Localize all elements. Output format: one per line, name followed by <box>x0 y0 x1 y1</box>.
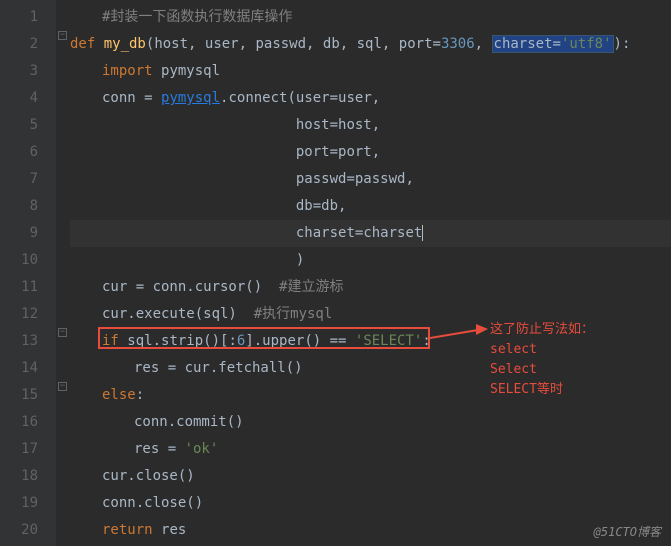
line-number[interactable]: 2 <box>0 31 56 58</box>
line-number[interactable]: 16 <box>0 409 56 436</box>
code-line[interactable]: conn.close() <box>70 490 671 517</box>
line-number[interactable]: 9 <box>0 220 56 247</box>
line-number[interactable]: 6 <box>0 139 56 166</box>
keyword-return: return <box>102 522 161 538</box>
comment: #封装一下函数执行数据库操作 <box>102 9 292 25</box>
comment: #执行mysql <box>254 306 333 322</box>
keyword-import: import <box>102 63 161 79</box>
line-number[interactable]: 19 <box>0 490 56 517</box>
line-number[interactable]: 1 <box>0 4 56 31</box>
code-line[interactable]: db=db, <box>70 193 671 220</box>
line-number[interactable]: 17 <box>0 436 56 463</box>
line-number[interactable]: 3 <box>0 58 56 85</box>
code-line[interactable]: def my_db(host, user, passwd, db, sql, p… <box>70 31 671 58</box>
line-number[interactable]: 8 <box>0 193 56 220</box>
line-number[interactable]: 18 <box>0 463 56 490</box>
line-number[interactable]: 13 <box>0 328 56 355</box>
fold-strip: − − − <box>56 0 70 546</box>
line-number[interactable]: 7 <box>0 166 56 193</box>
code-editor: 1 2 3 4 5 6 7 8 9 10 11 12 13 14 15 16 1… <box>0 0 671 546</box>
code-line[interactable]: #封装一下函数执行数据库操作 <box>70 4 671 31</box>
function-name: my_db <box>104 36 146 52</box>
comment: #建立游标 <box>279 279 343 295</box>
keyword-if: if <box>102 333 127 349</box>
line-number[interactable]: 14 <box>0 355 56 382</box>
line-number[interactable]: 12 <box>0 301 56 328</box>
text-cursor <box>422 225 423 241</box>
code-line[interactable]: host=host, <box>70 112 671 139</box>
line-number[interactable]: 20 <box>0 517 56 544</box>
code-line[interactable]: import pymysql <box>70 58 671 85</box>
code-line-current[interactable]: charset=charset <box>70 220 671 247</box>
highlight-box: charset='utf8' <box>492 35 614 53</box>
line-number[interactable]: 5 <box>0 112 56 139</box>
line-number[interactable]: 11 <box>0 274 56 301</box>
fold-toggle-icon[interactable]: − <box>58 31 67 40</box>
line-number[interactable]: 10 <box>0 247 56 274</box>
watermark: @51CTO博客 <box>594 523 661 540</box>
keyword-else: else <box>102 387 136 403</box>
code-area[interactable]: #封装一下函数执行数据库操作 def my_db(host, user, pas… <box>70 0 671 546</box>
fold-toggle-icon[interactable]: − <box>58 382 67 391</box>
code-line[interactable]: conn = pymysql.connect(user=user, <box>70 85 671 112</box>
code-line[interactable]: return res <box>70 517 671 544</box>
link-pymysql[interactable]: pymysql <box>161 90 220 106</box>
keyword-def: def <box>70 36 104 52</box>
line-number-gutter: 1 2 3 4 5 6 7 8 9 10 11 12 13 14 15 16 1… <box>0 0 56 546</box>
line-number[interactable]: 4 <box>0 85 56 112</box>
code-line[interactable]: res = 'ok' <box>70 436 671 463</box>
fold-toggle-icon[interactable]: − <box>58 328 67 337</box>
code-line[interactable]: ) <box>70 247 671 274</box>
annotation-text: 这了防止写法如： select Select SELECT等时 <box>490 320 594 400</box>
code-line[interactable]: cur = conn.cursor() #建立游标 <box>70 274 671 301</box>
code-line[interactable]: conn.commit() <box>70 409 671 436</box>
code-line[interactable]: port=port, <box>70 139 671 166</box>
code-line[interactable]: cur.close() <box>70 463 671 490</box>
line-number[interactable]: 15 <box>0 382 56 409</box>
code-line[interactable]: passwd=passwd, <box>70 166 671 193</box>
